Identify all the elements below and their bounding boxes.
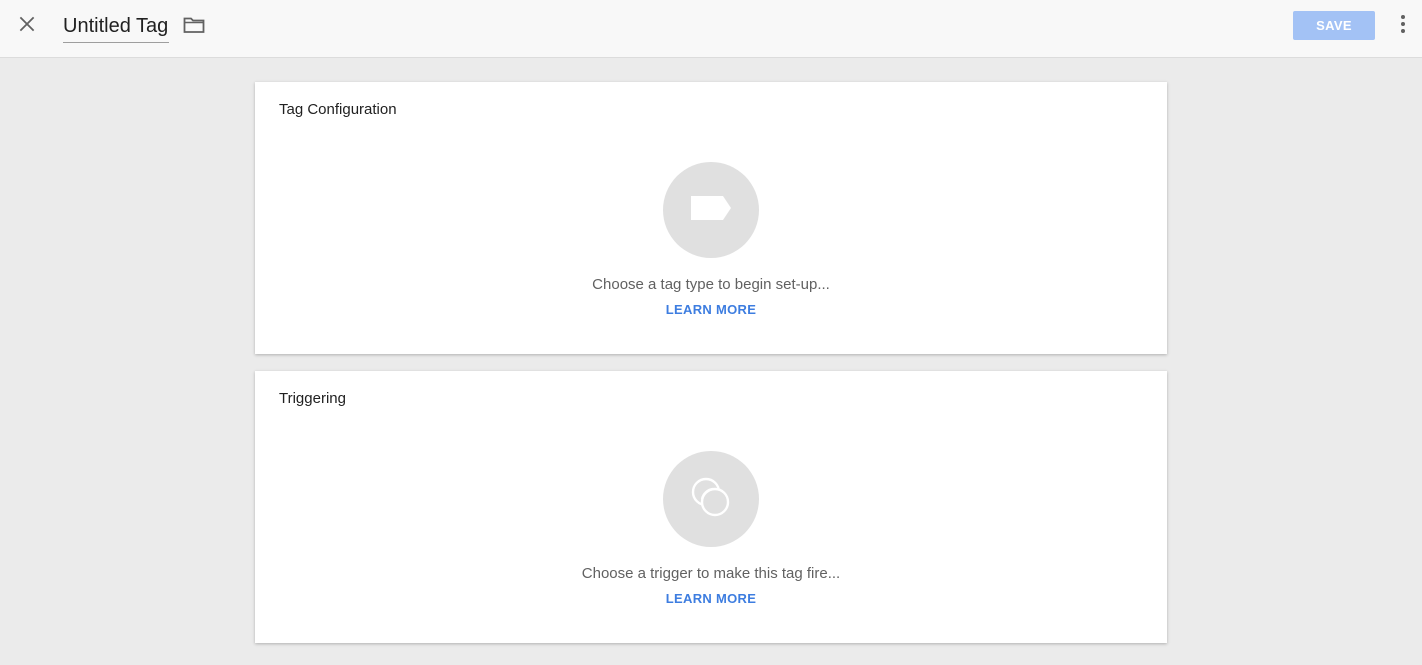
triggering-card: Triggering Choose a trigger to make this…: [255, 371, 1167, 643]
triggering-learn-more-wrap: LEARN MORE: [255, 591, 1167, 606]
save-button[interactable]: SAVE: [1293, 11, 1375, 40]
tag-name-input[interactable]: Untitled Tag: [63, 13, 170, 43]
triggering-learn-more-link[interactable]: LEARN MORE: [666, 591, 756, 606]
tag-icon: [690, 195, 732, 226]
triggering-title: Triggering: [279, 390, 346, 407]
more-vert-icon: [1400, 14, 1406, 39]
close-icon: [19, 16, 35, 37]
tag-configuration-learn-more-link[interactable]: LEARN MORE: [666, 302, 756, 317]
close-button[interactable]: [13, 12, 41, 40]
tag-type-prompt[interactable]: Choose a tag type to begin set-up...: [255, 276, 1167, 293]
more-options-button[interactable]: [1392, 12, 1414, 40]
trigger-icon: [689, 475, 733, 524]
folder-icon: [183, 16, 205, 39]
tag-configuration-learn-more-wrap: LEARN MORE: [255, 302, 1167, 317]
choose-trigger-button[interactable]: [663, 451, 759, 547]
tag-configuration-card: Tag Configuration Choose a tag type to b…: [255, 82, 1167, 354]
choose-tag-type-button[interactable]: [663, 162, 759, 258]
tag-configuration-title: Tag Configuration: [279, 101, 397, 118]
trigger-prompt[interactable]: Choose a trigger to make this tag fire..…: [255, 565, 1167, 582]
folder-button[interactable]: [182, 15, 206, 39]
top-app-bar: Untitled Tag SAVE: [0, 0, 1422, 58]
